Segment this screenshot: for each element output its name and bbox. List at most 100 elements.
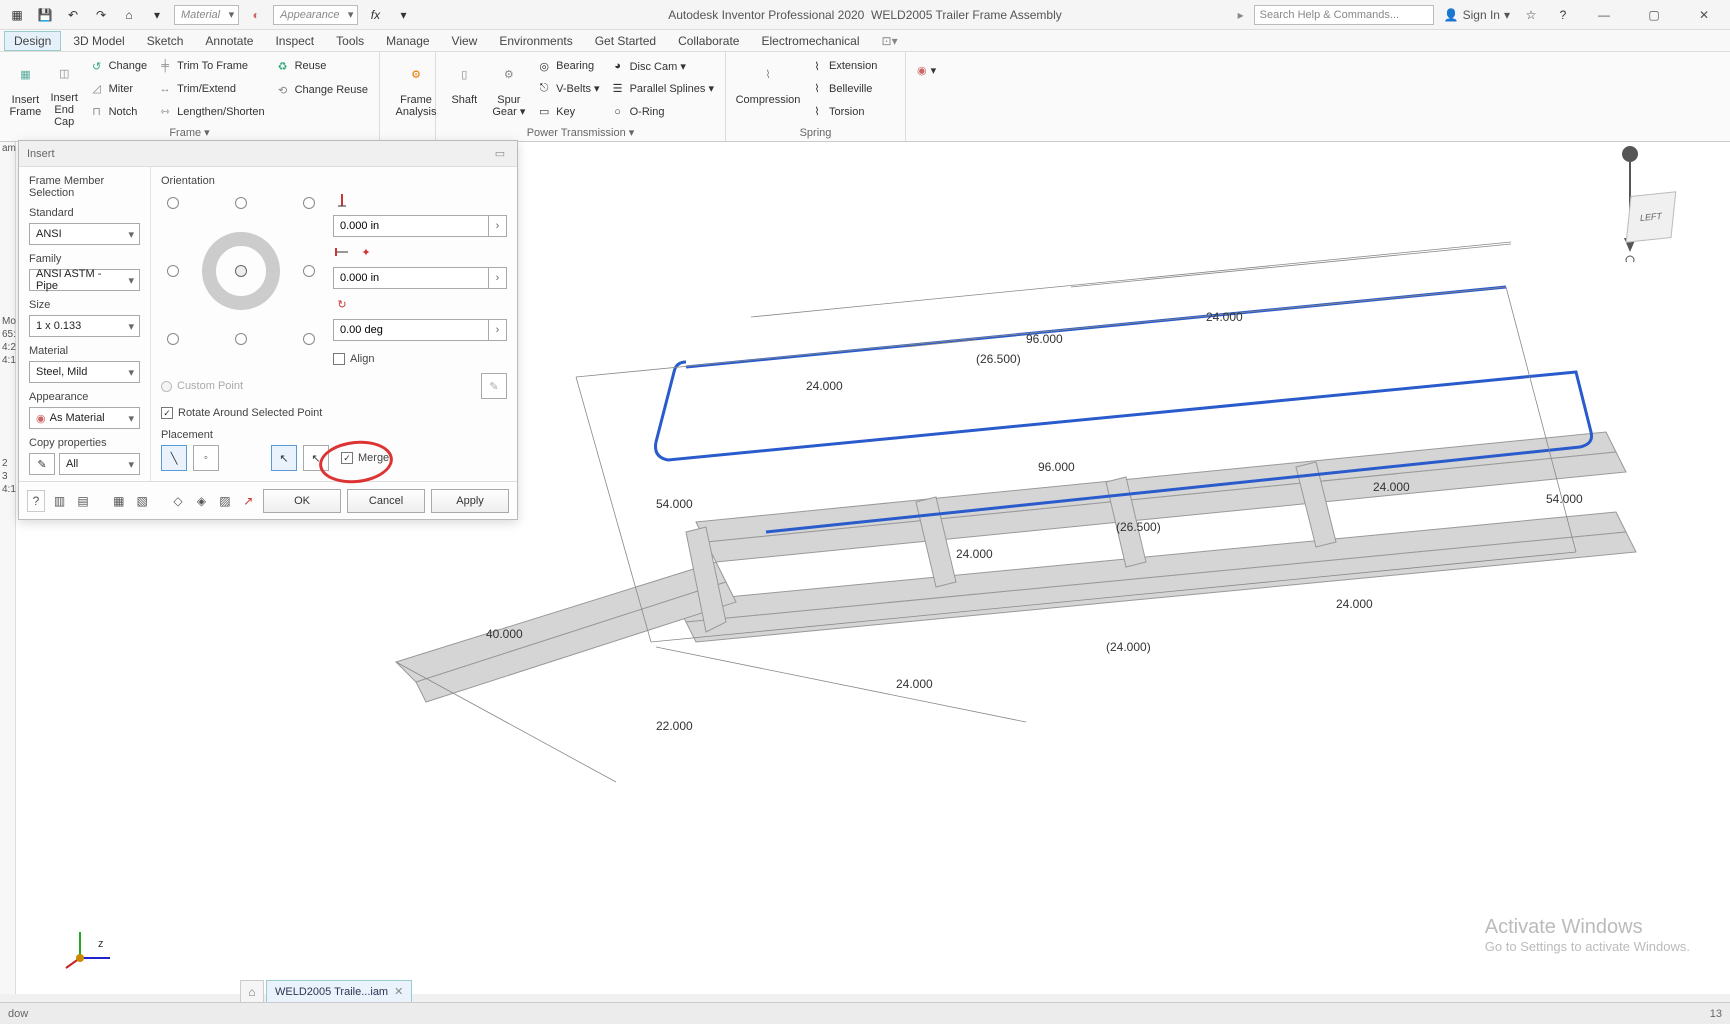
tab-manage[interactable]: Manage — [376, 31, 439, 51]
orient-bc[interactable] — [235, 333, 247, 345]
apply-button[interactable]: Apply — [431, 489, 509, 513]
save-icon[interactable]: 💾 — [34, 4, 56, 26]
color-picker-icon[interactable]: ◐ — [245, 4, 267, 26]
insert-endcap-button[interactable]: ◫ Insert End Cap — [47, 56, 82, 128]
dialog-titlebar[interactable]: Insert ▭ — [19, 141, 517, 167]
tab-sketch[interactable]: Sketch — [137, 31, 194, 51]
reuse-button[interactable]: ♻Reuse — [272, 56, 371, 76]
tab-electromechanical[interactable]: Electromechanical — [751, 31, 869, 51]
placement-point-button[interactable]: ◦ — [193, 445, 219, 471]
spinner-icon[interactable]: › — [488, 216, 506, 236]
cancel-button[interactable]: Cancel — [347, 489, 425, 513]
orient-tl[interactable] — [167, 197, 179, 209]
tab-collaborate[interactable]: Collaborate — [668, 31, 749, 51]
favorite-icon[interactable]: ☆ — [1520, 4, 1542, 26]
select-mode-button[interactable]: ↖ — [271, 445, 297, 471]
tab-environments[interactable]: Environments — [489, 31, 582, 51]
belleville-button[interactable]: ⌇Belleville — [806, 79, 880, 99]
merge-checkbox[interactable] — [341, 452, 353, 464]
vbelts-button[interactable]: ⎋V-Belts ▾ — [533, 79, 602, 99]
placement-edge-button[interactable]: ╲ — [161, 445, 187, 471]
tab-get-started[interactable]: Get Started — [585, 31, 666, 51]
tab-close-icon[interactable]: ✕ — [394, 985, 403, 998]
viewcube-face-left[interactable]: LEFT — [1626, 191, 1677, 243]
tab-design[interactable]: Design — [4, 31, 61, 51]
angle-input[interactable]: › — [333, 319, 507, 341]
maximize-button[interactable]: ▢ — [1634, 2, 1674, 28]
orient-tr[interactable] — [303, 197, 315, 209]
opt2-button[interactable]: ▤ — [74, 490, 91, 512]
rotate-around-checkbox[interactable] — [161, 407, 173, 419]
spinner-icon[interactable]: › — [488, 320, 506, 340]
tab-inspect[interactable]: Inspect — [265, 31, 324, 51]
material-combo[interactable]: Material — [174, 5, 239, 25]
change-button[interactable]: ↺Change — [86, 56, 151, 76]
frame-group-label[interactable]: Frame ▾ — [0, 126, 379, 139]
extension-button[interactable]: ⌇Extension — [806, 56, 880, 76]
qat-more-icon[interactable]: ▾ — [392, 4, 414, 26]
opt5-button[interactable]: ◇ — [169, 490, 186, 512]
orient-mr[interactable] — [303, 265, 315, 277]
orient-ml[interactable] — [167, 265, 179, 277]
close-button[interactable]: ✕ — [1684, 2, 1724, 28]
material-combo-dlg[interactable]: Steel, Mild — [29, 361, 140, 383]
redo-icon[interactable]: ↷ — [90, 4, 112, 26]
torsion-button[interactable]: ⌇Torsion — [806, 102, 880, 122]
spinner-icon[interactable]: › — [488, 268, 506, 288]
home-tab-button[interactable]: ⌂ — [240, 980, 264, 1002]
custom-point-pick-button[interactable]: ✎ — [481, 373, 507, 399]
document-tab[interactable]: WELD2005 Traile...iam ✕ — [266, 980, 412, 1002]
opt8-button[interactable]: ↗ — [240, 490, 257, 512]
offset-h-input[interactable]: › — [333, 215, 507, 237]
orient-center[interactable] — [202, 232, 280, 310]
parallel-splines-button[interactable]: ☰Parallel Splines ▾ — [607, 79, 717, 99]
search-input[interactable]: Search Help & Commands... — [1254, 5, 1434, 25]
search-chevron-icon[interactable]: ▸ — [1238, 8, 1244, 22]
eyedropper-button[interactable]: ✎ — [29, 453, 55, 475]
dropdown-icon[interactable]: ▾ — [146, 4, 168, 26]
browser-panel-edge[interactable]: ame Mod 65:1 4:2 4:1 2 3 4:1 — [0, 142, 16, 994]
tab-overflow-icon[interactable]: ⊡▾ — [872, 31, 908, 51]
appearance-combo[interactable]: Appearance — [273, 5, 358, 25]
bearing-button[interactable]: ◎Bearing — [533, 56, 602, 76]
appearance-combo-dlg[interactable]: ◉As Material — [29, 407, 140, 429]
insert-frame-button[interactable]: ▦ Insert Frame — [8, 56, 43, 128]
tab-tools[interactable]: Tools — [326, 31, 374, 51]
orient-br[interactable] — [303, 333, 315, 345]
lengthen-shorten-button[interactable]: ⇿Lengthen/Shorten — [154, 102, 267, 122]
trim-extend-button[interactable]: ↔Trim/Extend — [154, 79, 267, 99]
size-combo[interactable]: 1 x 0.133 — [29, 315, 140, 337]
tab-view[interactable]: View — [442, 31, 488, 51]
minimize-button[interactable]: — — [1584, 2, 1624, 28]
family-combo[interactable]: ANSI ASTM - Pipe — [29, 269, 140, 291]
compression-button[interactable]: ⌇ Compression — [734, 56, 802, 128]
opt6-button[interactable]: ◈ — [193, 490, 210, 512]
orient-tc[interactable] — [235, 197, 247, 209]
offset-v-input[interactable]: › — [333, 267, 507, 289]
dialog-close-button[interactable]: ▭ — [491, 145, 509, 163]
orient-bl[interactable] — [167, 333, 179, 345]
opt3-button[interactable]: ▦ — [110, 490, 127, 512]
change-reuse-button[interactable]: ⟲Change Reuse — [272, 80, 371, 100]
home-icon[interactable]: ⌂ — [118, 4, 140, 26]
copy-props-combo[interactable]: All — [59, 453, 140, 475]
undo-icon[interactable]: ↶ — [62, 4, 84, 26]
fx-icon[interactable]: fx — [364, 4, 386, 26]
opt7-button[interactable]: ▨ — [216, 490, 233, 512]
appearance-toggle-button[interactable]: ◉▾ — [914, 60, 938, 80]
shaft-button[interactable]: ▯ Shaft — [444, 56, 485, 128]
spur-gear-button[interactable]: ⚙ Spur Gear ▾ — [489, 56, 530, 128]
align-checkbox[interactable] — [333, 353, 345, 365]
help-icon[interactable]: ? — [1552, 4, 1574, 26]
view-cube[interactable]: LEFT — [1620, 182, 1690, 252]
trim-to-frame-button[interactable]: ╪Trim To Frame — [154, 56, 267, 76]
select-mode2-button[interactable]: ↖ — [303, 445, 329, 471]
ok-button[interactable]: OK — [263, 489, 341, 513]
key-button[interactable]: ▭Key — [533, 102, 602, 122]
tab-3d-model[interactable]: 3D Model — [63, 31, 134, 51]
disc-cam-button[interactable]: ◕Disc Cam ▾ — [607, 56, 717, 76]
miter-button[interactable]: ◿Miter — [86, 79, 151, 99]
orientation-grid[interactable] — [161, 191, 321, 351]
app-menu-icon[interactable]: ▦ — [6, 4, 28, 26]
notch-button[interactable]: ⊓Notch — [86, 102, 151, 122]
